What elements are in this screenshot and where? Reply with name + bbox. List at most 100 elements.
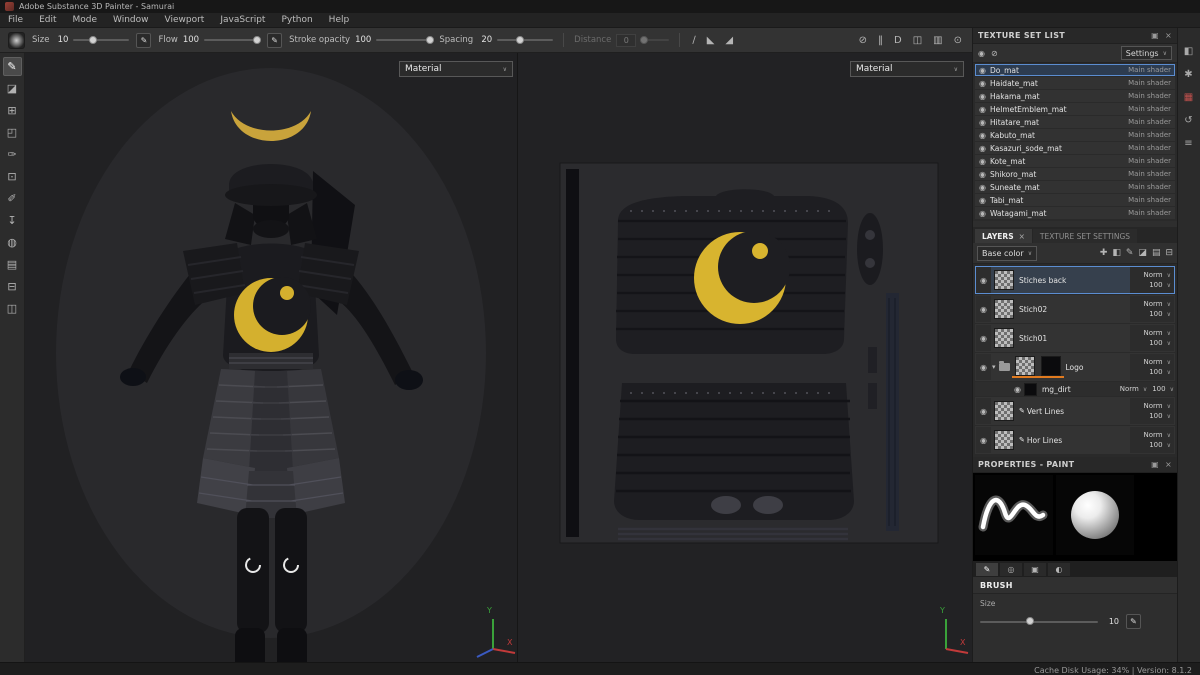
texture-set-row[interactable]: ◉ Shikoro_mat Main shader — [975, 168, 1175, 180]
brush-tip-preview[interactable] — [8, 32, 25, 49]
brush-section-header[interactable]: BRUSH — [973, 577, 1177, 594]
menu-mode[interactable]: Mode — [65, 15, 106, 25]
layer-name[interactable]: Stich01 — [1019, 334, 1130, 343]
screenshot-camera-icon[interactable]: ⊙ — [952, 35, 964, 46]
brush-size-pressure-icon[interactable]: ✎ — [1126, 614, 1141, 629]
export-tool-icon[interactable]: ↧ — [3, 211, 22, 230]
texture-set-row[interactable]: ◉ HelmetEmblem_mat Main shader — [975, 103, 1175, 115]
texture-set-shader[interactable]: Main shader — [1128, 144, 1171, 152]
visibility-eye-icon[interactable]: ◉ — [979, 66, 986, 75]
spacing-value[interactable]: 20 — [478, 35, 492, 45]
shelf-toggle-icon[interactable]: ▤ — [3, 255, 22, 274]
hide-stroke-icon[interactable]: ⊘ — [857, 35, 869, 46]
texture-set-shader[interactable]: Main shader — [1128, 196, 1171, 204]
layer-thumbnail[interactable] — [1015, 356, 1035, 376]
visibility-eye-icon[interactable]: ◉ — [979, 170, 986, 179]
layer-name[interactable]: mg_dirt — [1042, 385, 1115, 394]
menu-help[interactable]: Help — [321, 15, 358, 25]
layer-visibility-icon[interactable]: ◉ — [980, 363, 987, 372]
visibility-eye-icon[interactable]: ◉ — [979, 105, 986, 114]
texture-set-row[interactable]: ◉ Suneate_mat Main shader — [975, 181, 1175, 193]
viewport-3d[interactable]: Y X Material ∨ — [25, 53, 518, 662]
layer-name[interactable]: Stiches back — [1019, 276, 1130, 285]
shader-settings-icon[interactable]: ✱ — [1184, 69, 1192, 80]
profile-left-icon[interactable]: ◣ — [705, 35, 717, 46]
opacity-dropdown[interactable]: 100∨ — [1152, 385, 1174, 393]
layer-visibility-icon[interactable]: ◉ — [980, 276, 987, 285]
texture-set-shader[interactable]: Main shader — [1128, 170, 1171, 178]
layer-thumbnail[interactable] — [1024, 383, 1037, 396]
stencil-tab-icon[interactable]: ▣ — [1024, 563, 1046, 576]
menu-window[interactable]: Window — [105, 15, 157, 25]
blend-mode-dropdown[interactable]: Norm∨ — [1144, 271, 1172, 279]
camera-video-icon[interactable]: ▥ — [931, 35, 944, 46]
alpha-tab-icon[interactable]: ◎ — [1000, 563, 1022, 576]
texture-set-shader[interactable]: Main shader — [1128, 131, 1171, 139]
size-pressure-icon[interactable]: ✎ — [136, 33, 151, 48]
texture-set-row[interactable]: ◉ Kote_mat Main shader — [975, 155, 1175, 167]
polygon-fill-tool-icon[interactable]: ◰ — [3, 123, 22, 142]
close-panel-icon[interactable]: × — [1165, 31, 1172, 40]
stroke-opacity-slider[interactable] — [376, 39, 432, 41]
texture-set-shader[interactable]: Main shader — [1128, 183, 1171, 191]
menu-file[interactable]: File — [0, 15, 31, 25]
viewport-2d[interactable]: Y X Material ∨ — [518, 53, 972, 662]
texture-set-row[interactable]: ◉ Haidate_mat Main shader — [975, 77, 1175, 89]
float-panel-icon[interactable]: ▣ — [1151, 460, 1159, 469]
stroke-opacity-value[interactable]: 100 — [355, 35, 371, 45]
falloff-curve-icon[interactable]: ∕ — [690, 35, 697, 46]
layer-row[interactable]: ◉ Stiches back Norm∨ 100∨ — [975, 266, 1175, 294]
add-effect-icon[interactable]: ✚ — [1100, 248, 1108, 258]
add-folder-icon[interactable]: ▤ — [1152, 248, 1161, 258]
texture-set-row[interactable]: ◉ Kabuto_mat Main shader — [975, 129, 1175, 141]
size-value[interactable]: 10 — [54, 35, 68, 45]
texture-set-row[interactable]: ◉ Tabi_mat Main shader — [975, 194, 1175, 206]
brush-tab-icon[interactable]: ✎ — [976, 563, 998, 576]
projection-tool-icon[interactable]: ⊞ — [3, 101, 22, 120]
expand-folder-icon[interactable]: ▾ — [992, 363, 996, 371]
show-all-eye-icon[interactable]: ◉ — [978, 49, 985, 58]
viewport2d-material-dropdown[interactable]: Material ∨ — [850, 61, 964, 77]
visibility-eye-icon[interactable]: ◉ — [979, 131, 986, 140]
layer-thumbnail[interactable] — [994, 430, 1014, 450]
add-mask-icon[interactable]: ◪ — [1138, 248, 1147, 258]
blend-mode-dropdown[interactable]: Norm∨ — [1120, 385, 1148, 393]
opacity-dropdown[interactable]: 100∨ — [1149, 441, 1171, 449]
visibility-eye-icon[interactable]: ◉ — [979, 144, 986, 153]
clone-tool-icon[interactable]: ⊡ — [3, 167, 22, 186]
texture-set-shader[interactable]: Main shader — [1128, 105, 1171, 113]
layer-row[interactable]: ◉ ✎ Hor Lines Norm∨ 100∨ — [975, 426, 1175, 454]
blend-mode-dropdown[interactable]: Norm∨ — [1144, 402, 1172, 410]
texture-set-shader[interactable]: Main shader — [1128, 209, 1171, 217]
distance-value[interactable]: 0 — [616, 34, 636, 47]
paint-tool-icon[interactable]: ✎ — [3, 57, 22, 76]
visibility-eye-icon[interactable]: ◉ — [979, 209, 986, 218]
layer-thumbnail[interactable] — [994, 270, 1014, 290]
settings-dropdown[interactable]: Settings ∨ — [1121, 46, 1172, 60]
texture-set-shader[interactable]: Main shader — [1128, 157, 1171, 165]
material-tab-icon[interactable]: ◐ — [1048, 563, 1070, 576]
eraser-tool-icon[interactable]: ◪ — [3, 79, 22, 98]
flow-pressure-icon[interactable]: ✎ — [267, 33, 282, 48]
spacing-slider[interactable] — [497, 39, 553, 41]
texture-set-shader[interactable]: Main shader — [1128, 79, 1171, 87]
layer-row-child[interactable]: ◉ mg_dirt Norm∨ 100∨ — [975, 382, 1175, 396]
visibility-eye-icon[interactable]: ◉ — [979, 118, 986, 127]
menu-viewport[interactable]: Viewport — [157, 15, 213, 25]
smudge-tool-icon[interactable]: ✑ — [3, 145, 22, 164]
blend-mode-dropdown[interactable]: Norm∨ — [1144, 431, 1172, 439]
layer-row[interactable]: ◉ Stich01 Norm∨ 100∨ — [975, 324, 1175, 352]
layer-row[interactable]: ◉ Stich02 Norm∨ 100∨ — [975, 295, 1175, 323]
visibility-eye-icon[interactable]: ◉ — [979, 92, 986, 101]
mask-thumbnail[interactable] — [1041, 356, 1061, 376]
display-mode-icon[interactable]: D — [892, 35, 904, 46]
layer-row-folder[interactable]: ◉ ▾ Logo Norm∨ 100∨ — [975, 353, 1175, 381]
size-slider[interactable] — [73, 39, 129, 41]
texture-set-row[interactable]: ◉ Kasazuri_sode_mat Main shader — [975, 142, 1175, 154]
blend-mode-dropdown[interactable]: Norm∨ — [1144, 300, 1172, 308]
texture-set-shader[interactable]: Main shader — [1128, 66, 1171, 74]
brush-size-value[interactable]: 10 — [1105, 617, 1119, 626]
log-icon[interactable]: ≡ — [1184, 138, 1192, 149]
add-paint-layer-icon[interactable]: ✎ — [1126, 248, 1134, 258]
opacity-dropdown[interactable]: 100∨ — [1149, 339, 1171, 347]
